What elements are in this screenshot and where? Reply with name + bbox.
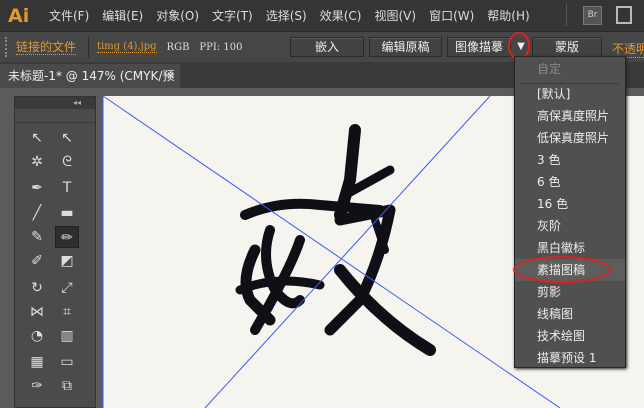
menu-item-grayscale[interactable]: 灰阶 (515, 215, 625, 237)
menu-item-custom: 自定 (537, 62, 562, 76)
line-tool-icon[interactable]: ╱ (25, 202, 49, 224)
menu-item-silhouettes[interactable]: 剪影 (515, 281, 625, 303)
eyedropper-tool-icon[interactable]: ✑ (25, 375, 49, 397)
pen-tool-icon[interactable]: ✒ (25, 177, 49, 199)
bounding-box-guides (102, 95, 561, 408)
lasso-tool-icon[interactable]: ᘓ (55, 151, 79, 173)
highlight-circle (513, 256, 611, 283)
width-tool-icon[interactable]: ⋈ (25, 301, 49, 323)
menu-item-6-colors[interactable]: 6 色 (515, 171, 625, 193)
tools-panel: ◂◂ ↖ ↖ ✲ ᘓ ✒ T ╱ ▬ ✎ ✏ ✐ ◩ ↻ ⤢ ⋈ ⌗ ◔ ▥ ▦… (14, 96, 96, 408)
free-transform-tool-icon[interactable]: ⌗ (55, 301, 79, 323)
menu-item-technical-drawing[interactable]: 技术绘图 (515, 325, 625, 347)
eraser-tool-icon[interactable]: ◩ (55, 250, 79, 272)
trace-preset-menu: 自定 [默认] 高保真度照片 低保真度照片 3 色 6 色 16 色 灰阶 黑白… (514, 56, 626, 368)
paintbrush-tool-icon[interactable]: ✎ (25, 226, 49, 248)
blend-tool-icon[interactable]: ⧉ (55, 375, 79, 397)
graph-tool-icon[interactable]: ▥ (55, 325, 79, 347)
scale-tool-icon[interactable]: ⤢ (55, 277, 79, 299)
menu-item-3-colors[interactable]: 3 色 (515, 149, 625, 171)
mesh-tool-icon[interactable]: ▦ (25, 351, 49, 373)
direct-selection-tool-icon[interactable]: ↖ (55, 127, 79, 149)
menu-item-16-colors[interactable]: 16 色 (515, 193, 625, 215)
selection-tool-icon[interactable]: ↖ (25, 127, 49, 149)
magic-wand-tool-icon[interactable]: ✲ (25, 151, 49, 173)
pencil-tool-icon[interactable]: ✏ (55, 226, 79, 248)
menu-item-line-art[interactable]: 线稿图 (515, 303, 625, 325)
menu-item-low-fidelity-photo[interactable]: 低保真度照片 (515, 127, 625, 149)
type-tool-icon[interactable]: T (55, 177, 79, 199)
shape-builder-tool-icon[interactable]: ◔ (25, 325, 49, 347)
blob-brush-tool-icon[interactable]: ✐ (25, 250, 49, 272)
rotate-tool-icon[interactable]: ↻ (25, 277, 49, 299)
menu-item-high-fidelity-photo[interactable]: 高保真度照片 (515, 105, 625, 127)
panel-grip[interactable] (15, 109, 95, 123)
menu-item-trace-preset-1[interactable]: 描摹预设 1 (515, 347, 625, 369)
rectangle-tool-icon[interactable]: ▬ (55, 202, 79, 224)
gradient-tool-icon[interactable]: ▭ (55, 351, 79, 373)
collapse-panel-button[interactable]: ◂◂ (15, 97, 95, 109)
menu-item-default[interactable]: [默认] (515, 83, 625, 105)
